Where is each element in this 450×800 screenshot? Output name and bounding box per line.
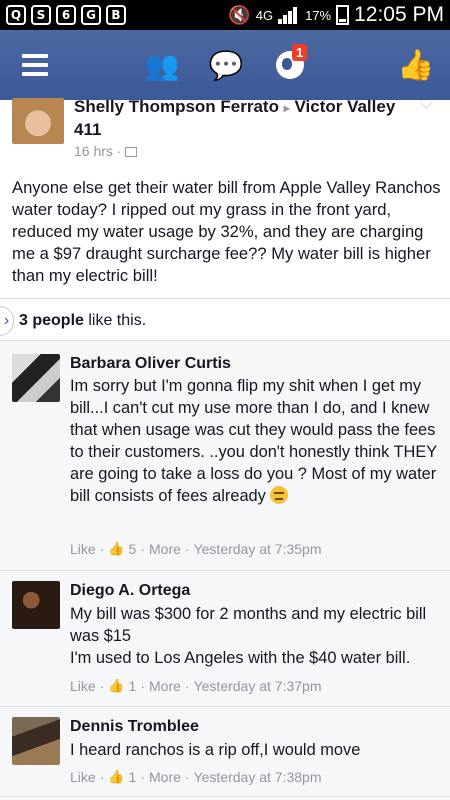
messages-button[interactable]: 💬 — [206, 30, 246, 100]
status-bar: Q S 6 G B 🔇 4G 17% 12:05 PM — [0, 0, 450, 30]
menu-button[interactable] — [20, 30, 50, 100]
battery-icon — [336, 5, 350, 25]
comment-timestamp: Yesterday at 7:35pm — [193, 541, 322, 557]
like-page-button[interactable]: 👍 — [394, 30, 438, 100]
comment-like-count: 1 — [128, 678, 137, 694]
likes-summary[interactable]: 3 people like this. — [19, 312, 146, 330]
likes-count: 3 people — [19, 312, 84, 329]
privacy-icon — [125, 147, 138, 157]
divider — [0, 706, 450, 707]
commenter-avatar[interactable] — [12, 581, 60, 629]
comment-meta: Like · 👍 1 · More · Yesterday at 7:37pm — [70, 678, 322, 694]
friend-requests-button[interactable]: 👥 — [142, 30, 182, 100]
comment-timestamp: Yesterday at 7:37pm — [193, 678, 322, 694]
comment-like-count: 1 — [128, 769, 137, 785]
thumbs-up-icon: 👍 — [397, 47, 435, 83]
more-link[interactable]: More — [149, 541, 181, 557]
commenter-name[interactable]: Diego A. Ortega — [70, 582, 190, 600]
comment-text: I heard ranchos is a rip off,I would mov… — [70, 741, 361, 759]
divider — [0, 796, 450, 797]
commenter-avatar[interactable] — [12, 354, 60, 402]
thumbs-up-icon: 👍 — [108, 541, 125, 557]
battery-percent: 17% — [305, 7, 332, 23]
friends-icon: 👥 — [144, 48, 180, 82]
top-nav-bar: 👥 💬 1 👍 — [0, 30, 450, 100]
comment-like-count: 5 — [128, 541, 137, 557]
messages-icon: 💬 — [208, 48, 244, 82]
post-time-text: 16 hrs · — [74, 143, 122, 159]
more-link[interactable]: More — [149, 678, 181, 694]
clock: 12:05 PM — [354, 3, 444, 26]
notification-badge: 1 — [292, 44, 308, 61]
like-link[interactable]: Like — [70, 769, 96, 785]
mute-icon: 🔇 — [228, 4, 251, 25]
network-type: 4G — [255, 7, 274, 23]
post-text: Anyone else get their water bill from Ap… — [12, 178, 441, 285]
comment-text-line: My bill was $300 for 2 months and my ele… — [70, 605, 427, 645]
commenter-avatar[interactable] — [12, 717, 60, 765]
author-avatar[interactable] — [12, 98, 64, 144]
app-notification-icon: S — [31, 5, 51, 25]
like-link[interactable]: Like — [70, 678, 96, 694]
hamburger-icon — [22, 49, 48, 81]
like-link[interactable]: Like — [70, 541, 96, 557]
app-notification-icon: 6 — [56, 5, 76, 25]
comment-text: Im sorry but I'm gonna flip my shit when… — [70, 375, 442, 507]
comment-meta: Like · 👍 1 · More · Yesterday at 7:38pm — [70, 769, 322, 785]
comment-text-body: Im sorry but I'm gonna flip my shit when… — [70, 377, 437, 505]
divider — [0, 298, 450, 299]
author-name[interactable]: Shelly Thompson Ferrato — [74, 97, 279, 116]
thumbs-up-icon: 👍 — [108, 769, 125, 785]
comment-meta: Like · 👍 5 · More · Yesterday at 7:35pm — [70, 541, 322, 557]
google-icon: G — [81, 5, 101, 25]
divider — [0, 340, 450, 341]
commenter-name[interactable]: Barbara Oliver Curtis — [70, 355, 231, 373]
divider — [0, 570, 450, 571]
chevron-left-icon[interactable]: › — [0, 306, 14, 336]
likes-suffix: like this. — [83, 312, 147, 329]
bag-icon: B — [106, 5, 126, 25]
comment-text-line: I'm used to Los Angeles with the $40 wat… — [70, 649, 411, 667]
arrow-right-icon: ▸ — [283, 101, 290, 115]
post-author-line: Shelly Thompson Ferrato ▸ Victor Valley … — [74, 96, 414, 140]
signal-icon — [278, 6, 300, 24]
thumbs-up-icon: 👍 — [108, 678, 125, 694]
comment-text: My bill was $300 for 2 months and my ele… — [70, 603, 442, 669]
comment-timestamp: Yesterday at 7:38pm — [193, 769, 322, 785]
chevron-down-icon[interactable]: ⌵ — [420, 96, 432, 114]
notifications-button[interactable] — [270, 30, 310, 100]
commenter-name[interactable]: Dennis Tromblee — [70, 718, 199, 736]
app-notification-icon: Q — [6, 5, 26, 25]
post-timestamp: 16 hrs · — [74, 143, 138, 159]
more-link[interactable]: More — [149, 769, 181, 785]
angry-face-icon — [270, 486, 289, 504]
